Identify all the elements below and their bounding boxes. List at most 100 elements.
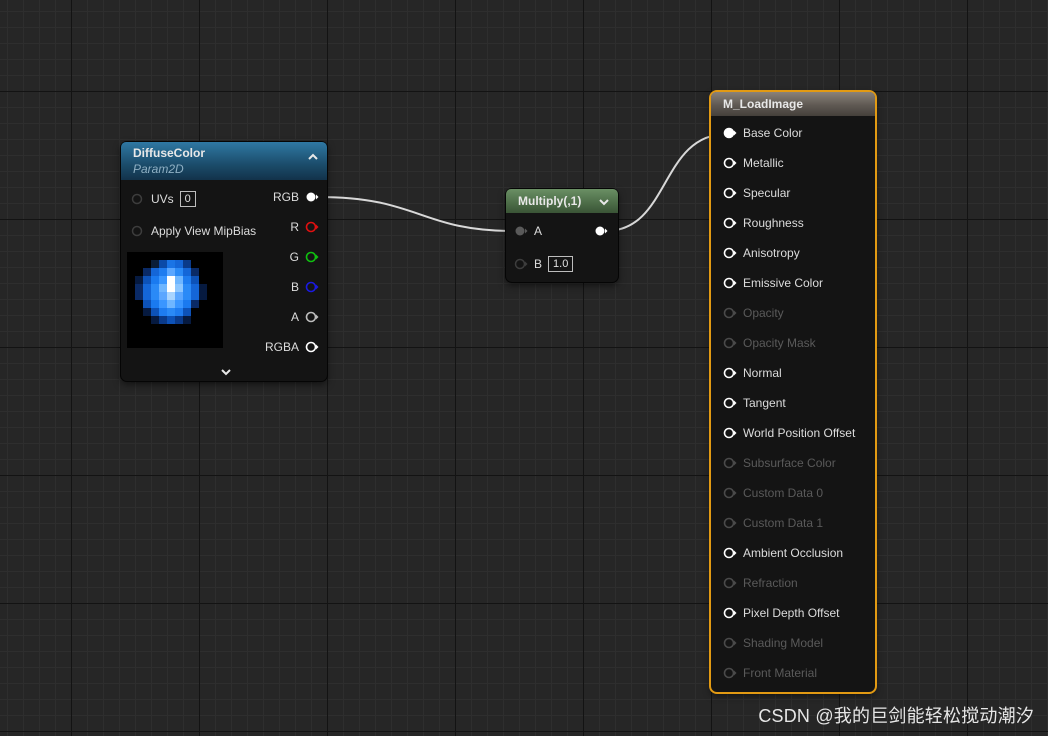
input-pin-icon[interactable] [723, 486, 737, 500]
multiply-node[interactable]: Multiply(,1) A B 1.0 [506, 189, 618, 282]
output-pin-icon[interactable] [305, 280, 319, 294]
output-pin-icon[interactable] [305, 220, 319, 234]
output-pin-icon[interactable] [305, 340, 319, 354]
input-label: Shading Model [743, 636, 824, 650]
material-result-node[interactable]: M_LoadImage Base Color Metallic Specular Ro… [711, 92, 875, 692]
input-label: World Position Offset [743, 426, 856, 440]
chevron-down-icon[interactable] [598, 195, 610, 207]
input-pin-icon[interactable] [723, 216, 737, 230]
output-pin-icon[interactable] [305, 310, 319, 324]
input-uvs[interactable]: UVs 0 [131, 190, 196, 208]
material-input-metallic[interactable]: Metallic [723, 154, 784, 172]
output-rgba[interactable]: RGBA [265, 338, 319, 356]
input-pin-icon[interactable] [723, 456, 737, 470]
output-a[interactable]: A [291, 308, 319, 326]
output-pin-icon[interactable] [305, 250, 319, 264]
input-label: Metallic [743, 156, 784, 170]
material-input-ambient-occlusion[interactable]: Ambient Occlusion [723, 544, 843, 562]
input-label: B [534, 257, 543, 271]
input-pin-icon[interactable] [723, 156, 737, 170]
input-pin-icon[interactable] [723, 396, 737, 410]
output-rgb[interactable]: RGB [273, 188, 319, 206]
input-label: Base Color [743, 126, 803, 140]
output-r[interactable]: R [290, 218, 319, 236]
material-input-anisotropy[interactable]: Anisotropy [723, 244, 800, 262]
output-b[interactable]: B [291, 278, 319, 296]
node-title: M_LoadImage [723, 97, 804, 111]
multiply-node-header[interactable]: Multiply(,1) [506, 189, 618, 213]
wire-multiply-to-base-color [605, 133, 728, 232]
material-input-opacity-mask[interactable]: Opacity Mask [723, 334, 816, 352]
input-apply-view-mipbias[interactable]: Apply View MipBias [131, 222, 256, 240]
uvs-value-field[interactable]: 0 [179, 191, 196, 207]
diffuse-color-node-header[interactable]: DiffuseColor Param2D [121, 142, 327, 180]
material-input-custom-data-0[interactable]: Custom Data 0 [723, 484, 823, 502]
input-label: Normal [743, 366, 782, 380]
b-value-field[interactable]: 1.0 [548, 256, 574, 272]
input-pin-icon[interactable] [723, 546, 737, 560]
material-node-header[interactable]: M_LoadImage [711, 92, 875, 116]
input-pin-icon[interactable] [723, 636, 737, 650]
multiply-output[interactable] [594, 222, 608, 240]
output-pin-icon[interactable] [594, 224, 608, 238]
input-b[interactable]: B 1.0 [514, 255, 574, 273]
input-label: A [534, 224, 543, 238]
material-input-normal[interactable]: Normal [723, 364, 782, 382]
material-input-world-position-offset[interactable]: World Position Offset [723, 424, 855, 442]
input-pin-icon[interactable] [723, 666, 737, 680]
output-label: RGB [272, 190, 299, 204]
material-input-specular[interactable]: Specular [723, 184, 790, 202]
input-label: Tangent [743, 396, 786, 410]
input-label: Roughness [743, 216, 804, 230]
material-input-subsurface-color[interactable]: Subsurface Color [723, 454, 836, 472]
material-input-opacity[interactable]: Opacity [723, 304, 784, 322]
input-label: Front Material [743, 666, 818, 680]
input-pin-icon[interactable] [131, 192, 145, 206]
output-label: A [290, 310, 299, 324]
input-label: Emissive Color [743, 276, 824, 290]
input-label: Refraction [743, 576, 798, 590]
node-title: Multiply(,1) [518, 194, 582, 208]
output-pin-icon[interactable] [305, 190, 319, 204]
output-label: G [289, 250, 299, 264]
input-pin-icon[interactable] [723, 246, 737, 260]
material-input-emissive-color[interactable]: Emissive Color [723, 274, 823, 292]
input-label: Apply View MipBias [151, 224, 257, 238]
input-pin-icon[interactable] [131, 224, 145, 238]
diffuse-color-node[interactable]: DiffuseColor Param2D UVs 0 Apply View Mi… [121, 142, 327, 381]
input-pin-icon[interactable] [723, 516, 737, 530]
input-pin-icon[interactable] [723, 126, 737, 140]
input-pin-icon[interactable] [723, 186, 737, 200]
input-pin-icon[interactable] [723, 336, 737, 350]
output-g[interactable]: G [290, 248, 319, 266]
input-pin-icon[interactable] [514, 257, 528, 271]
material-input-base-color[interactable]: Base Color [723, 124, 802, 142]
input-pin-icon[interactable] [723, 306, 737, 320]
input-pin-icon[interactable] [723, 276, 737, 290]
material-input-shading-model[interactable]: Shading Model [723, 634, 823, 652]
expand-down-icon[interactable] [219, 365, 233, 377]
material-input-refraction[interactable]: Refraction [723, 574, 798, 592]
material-input-roughness[interactable]: Roughness [723, 214, 804, 232]
output-label: RGBA [264, 340, 299, 354]
wire-rgb-to-multiply-a [317, 196, 515, 232]
input-pin-icon[interactable] [723, 606, 737, 620]
material-input-front-material[interactable]: Front Material [723, 664, 817, 682]
input-a[interactable]: A [514, 222, 542, 240]
output-label: R [290, 220, 299, 234]
input-pin-icon[interactable] [723, 366, 737, 380]
input-pin-icon[interactable] [723, 426, 737, 440]
texture-preview-thumbnail [127, 252, 223, 348]
node-title: DiffuseColor [133, 146, 205, 160]
material-input-tangent[interactable]: Tangent [723, 394, 786, 412]
watermark-text: CSDN @我的巨剑能轻松搅动潮汐 [758, 706, 1034, 726]
input-label: Custom Data 1 [743, 516, 824, 530]
input-label: Opacity [743, 306, 784, 320]
input-pin-icon[interactable] [723, 576, 737, 590]
collapse-up-icon[interactable] [307, 150, 319, 162]
input-label: Subsurface Color [743, 456, 836, 470]
material-input-custom-data-1[interactable]: Custom Data 1 [723, 514, 823, 532]
input-pin-icon[interactable] [514, 224, 528, 238]
material-input-pixel-depth-offset[interactable]: Pixel Depth Offset [723, 604, 840, 622]
input-label: Anisotropy [743, 246, 800, 260]
